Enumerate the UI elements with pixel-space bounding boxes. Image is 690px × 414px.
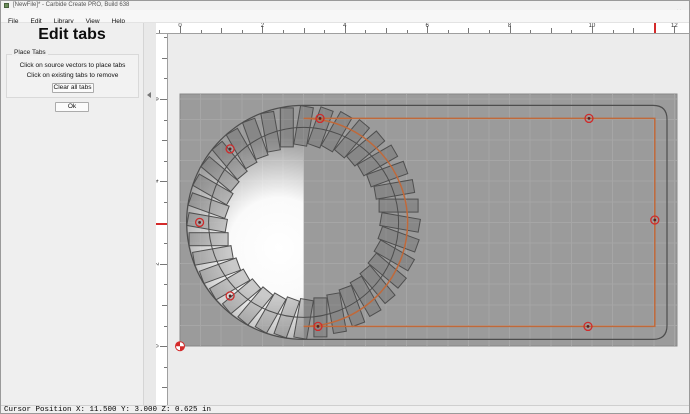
ruler-tick <box>164 78 167 80</box>
instruction-remove: Click on existing tabs to remove <box>26 72 119 79</box>
status-bar: Cursor Position X: 11.500 Y: 3.000 Z: 0.… <box>1 405 689 414</box>
ruler-label-x: 6 <box>425 23 429 29</box>
ruler-label-y: 6 <box>156 97 161 100</box>
ruler-label-y: 0 <box>156 345 161 348</box>
menu-bar: File Edit Library View Help <box>1 10 689 25</box>
ruler-tick <box>162 387 167 389</box>
app-window: [NewFile]* - Carbide Create PRO, Build 6… <box>0 0 690 414</box>
collapse-panel-icon[interactable] <box>147 92 151 98</box>
ruler-tick <box>160 181 167 183</box>
instruction-place: Click on source vectors to place tabs <box>19 62 126 69</box>
ruler-tick <box>164 366 167 368</box>
ruler-tick <box>164 325 167 327</box>
edit-tabs-panel: Edit tabs Place Tabs Click on source vec… <box>1 23 144 405</box>
window-title: [NewFile]* - Carbide Create PRO, Build 6… <box>13 2 130 8</box>
ruler-tick <box>612 30 614 33</box>
ruler-tick <box>164 284 167 286</box>
ruler-tick <box>164 160 167 162</box>
ruler-label-x: 8 <box>507 23 512 29</box>
ruler-tick <box>571 30 573 33</box>
ruler-label-y: 4 <box>156 180 161 183</box>
app-icon <box>4 3 9 8</box>
ruler-tick <box>200 30 202 33</box>
ruler-label-x: 10 <box>588 23 596 29</box>
ruler-tick <box>633 28 635 33</box>
ruler-tick <box>468 28 470 33</box>
ok-button[interactable]: Ok <box>55 102 89 112</box>
ruler-tick <box>164 37 167 39</box>
design-canvas[interactable] <box>168 34 689 405</box>
ruler-tick <box>160 346 167 348</box>
ruler-tick <box>447 30 449 33</box>
ruler-tick <box>324 30 326 33</box>
ruler-label-x: 2 <box>260 23 265 29</box>
cursor-x-indicator <box>653 23 656 33</box>
horizontal-ruler: 0 2 4 6 8 10 12 <box>156 23 689 34</box>
page-title: Edit tabs <box>38 26 106 43</box>
ruler-tick <box>283 30 284 33</box>
vertical-ruler: 0 2 4 6 <box>156 34 168 405</box>
ruler-label-x: 4 <box>343 23 347 29</box>
ruler-label-x: 0 <box>178 23 182 29</box>
ruler-tick <box>550 28 552 33</box>
ruler-tick <box>162 305 167 306</box>
ruler-tick <box>160 99 167 100</box>
place-tabs-group: Place Tabs Click on source vectors to pl… <box>6 49 139 98</box>
cursor-position-readout: Cursor Position X: 11.500 Y: 3.000 Z: 0.… <box>4 406 212 414</box>
cursor-y-indicator <box>156 222 167 225</box>
ruler-tick <box>530 30 532 33</box>
ruler-tick <box>221 28 223 33</box>
ruler-tick <box>162 140 167 142</box>
window-controls: – □ ✕ <box>630 1 687 16</box>
title-bar[interactable]: [NewFile]* - Carbide Create PRO, Build 6… <box>1 1 689 16</box>
ruler-tick <box>303 28 305 33</box>
ruler-tick <box>164 202 167 203</box>
ruler-tick <box>365 30 367 33</box>
ruler-tick <box>164 119 167 121</box>
ruler-label-x: 12 <box>671 23 678 29</box>
ruler-label-y: 2 <box>156 262 161 265</box>
ruler-tick <box>162 57 167 59</box>
clear-all-tabs-button[interactable]: Clear all tabs <box>51 83 94 93</box>
ruler-tick <box>164 243 167 245</box>
ruler-tick <box>159 30 161 33</box>
ruler-tick <box>241 30 243 33</box>
panel-splitter[interactable] <box>144 23 156 405</box>
ruler-tick <box>406 30 408 33</box>
place-tabs-label: Place Tabs <box>12 49 48 56</box>
ruler-tick <box>489 30 490 33</box>
ruler-tick <box>160 263 167 265</box>
ruler-tick <box>386 28 387 33</box>
